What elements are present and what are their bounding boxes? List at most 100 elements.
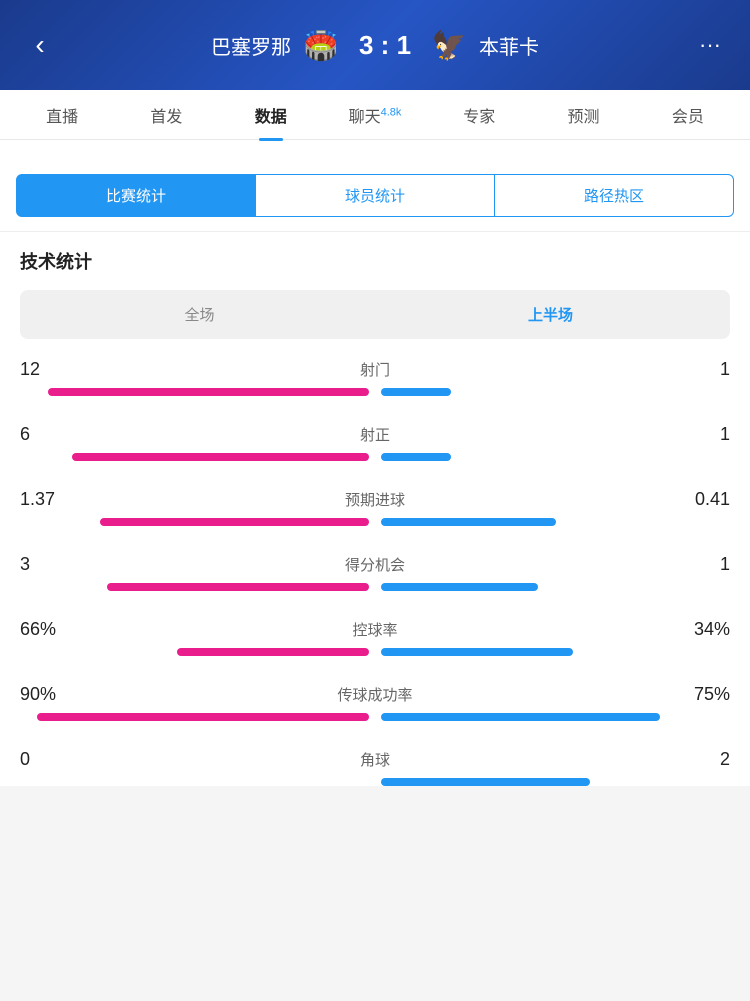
stat-right-val-2: 0.41 [650, 489, 730, 510]
stat-bars-4 [20, 648, 730, 656]
section-title: 技术统计 [20, 248, 730, 274]
bar-left-container-4 [20, 648, 369, 656]
bar-right-1 [381, 453, 451, 461]
bar-right-3 [381, 583, 538, 591]
stat-numbers-2: 1.37 预期进球 0.41 [20, 489, 730, 510]
content-area: 比赛统计 球员统计 路径热区 技术统计 全场 上半场 12 射门 1 6 射正 [0, 140, 750, 786]
stat-label-6: 角球 [100, 749, 650, 770]
stat-row: 1.37 预期进球 0.41 [20, 489, 730, 526]
bar-right-container-4 [381, 648, 730, 656]
chat-badge: 4.8k [381, 106, 402, 118]
stat-numbers-3: 3 得分机会 1 [20, 554, 730, 575]
stat-left-val-2: 1.37 [20, 489, 100, 510]
stat-bars-5 [20, 713, 730, 721]
bar-left-container-6 [20, 778, 369, 786]
bar-left-2 [100, 518, 369, 526]
stat-left-val-6: 0 [20, 749, 100, 770]
team-away-logo: 🦅 [429, 25, 469, 65]
stat-numbers-5: 90% 传球成功率 75% [20, 684, 730, 705]
period-first-half[interactable]: 上半场 [375, 294, 726, 335]
sub-tab-player-stats[interactable]: 球员统计 [256, 174, 495, 217]
score-home: 3 [359, 30, 373, 60]
bar-right-5 [381, 713, 660, 721]
tab-chat[interactable]: 聊天4.8k [323, 89, 427, 141]
stat-bars-2 [20, 518, 730, 526]
stat-numbers-4: 66% 控球率 34% [20, 619, 730, 640]
match-info: 巴塞罗那 🏟️ 3 : 1 🦅 本菲卡 [60, 25, 690, 65]
team-home-logo: 🏟️ [301, 25, 341, 65]
stat-bars-3 [20, 583, 730, 591]
bar-right-container-5 [381, 713, 730, 721]
period-full[interactable]: 全场 [24, 294, 375, 335]
stat-right-val-4: 34% [650, 619, 730, 640]
bar-left-container-5 [20, 713, 369, 721]
score-separator: : [381, 30, 390, 60]
header: ‹ 巴塞罗那 🏟️ 3 : 1 🦅 本菲卡 ··· [0, 0, 750, 90]
tab-member[interactable]: 会员 [636, 89, 740, 141]
bar-left-3 [107, 583, 369, 591]
bar-left-container-3 [20, 583, 369, 591]
stat-row: 6 射正 1 [20, 424, 730, 461]
stat-numbers-1: 6 射正 1 [20, 424, 730, 445]
sub-tab-heatmap[interactable]: 路径热区 [495, 174, 734, 217]
stat-row: 0 角球 2 [20, 749, 730, 786]
bar-right-6 [381, 778, 590, 786]
sub-tabs: 比赛统计 球员统计 路径热区 [0, 160, 750, 232]
bar-right-container-2 [381, 518, 730, 526]
stat-right-val-5: 75% [650, 684, 730, 705]
stat-numbers-6: 0 角球 2 [20, 749, 730, 770]
back-button[interactable]: ‹ [20, 29, 60, 61]
stat-row: 12 射门 1 [20, 359, 730, 396]
stat-left-val-5: 90% [20, 684, 100, 705]
stat-bars-1 [20, 453, 730, 461]
stat-right-val-3: 1 [650, 554, 730, 575]
tab-live[interactable]: 直播 [10, 89, 114, 141]
bar-left-container-2 [20, 518, 369, 526]
bar-left-0 [48, 388, 369, 396]
nav-tabs: 直播 首发 数据 聊天4.8k 专家 预测 会员 [0, 90, 750, 140]
score-away: 1 [397, 30, 411, 60]
bar-right-container-3 [381, 583, 730, 591]
sub-tab-match-stats[interactable]: 比赛统计 [16, 174, 256, 217]
bar-right-4 [381, 648, 573, 656]
stat-row: 66% 控球率 34% [20, 619, 730, 656]
bar-left-1 [72, 453, 369, 461]
bar-left-5 [37, 713, 369, 721]
stat-left-val-3: 3 [20, 554, 100, 575]
stat-left-val-1: 6 [20, 424, 100, 445]
tab-predict[interactable]: 预测 [531, 89, 635, 141]
match-score: 3 : 1 [359, 30, 411, 61]
period-selector: 全场 上半场 [20, 290, 730, 339]
stat-label-3: 得分机会 [100, 554, 650, 575]
bar-left-container-1 [20, 453, 369, 461]
bar-right-container-1 [381, 453, 730, 461]
stat-left-val-0: 12 [20, 359, 100, 380]
tab-expert[interactable]: 专家 [427, 89, 531, 141]
stat-right-val-1: 1 [650, 424, 730, 445]
more-button[interactable]: ··· [690, 32, 730, 58]
stat-label-5: 传球成功率 [100, 684, 650, 705]
team-home-name: 巴塞罗那 [211, 31, 291, 60]
bar-right-container-0 [381, 388, 730, 396]
stat-row: 90% 传球成功率 75% [20, 684, 730, 721]
stat-right-val-0: 1 [650, 359, 730, 380]
bar-right-container-6 [381, 778, 730, 786]
stats-list: 12 射门 1 6 射正 1 [20, 359, 730, 786]
stat-left-val-4: 66% [20, 619, 100, 640]
bar-left-container-0 [20, 388, 369, 396]
stat-label-2: 预期进球 [100, 489, 650, 510]
tab-data[interactable]: 数据 [219, 89, 323, 141]
stat-label-0: 射门 [100, 359, 650, 380]
stat-row: 3 得分机会 1 [20, 554, 730, 591]
stat-bars-0 [20, 388, 730, 396]
stat-label-1: 射正 [100, 424, 650, 445]
stat-label-4: 控球率 [100, 619, 650, 640]
team-away-name: 本菲卡 [479, 31, 539, 60]
bar-right-2 [381, 518, 556, 526]
stat-numbers-0: 12 射门 1 [20, 359, 730, 380]
bar-right-0 [381, 388, 451, 396]
stat-right-val-6: 2 [650, 749, 730, 770]
bar-left-4 [177, 648, 369, 656]
tab-lineup[interactable]: 首发 [114, 89, 218, 141]
stat-bars-6 [20, 778, 730, 786]
